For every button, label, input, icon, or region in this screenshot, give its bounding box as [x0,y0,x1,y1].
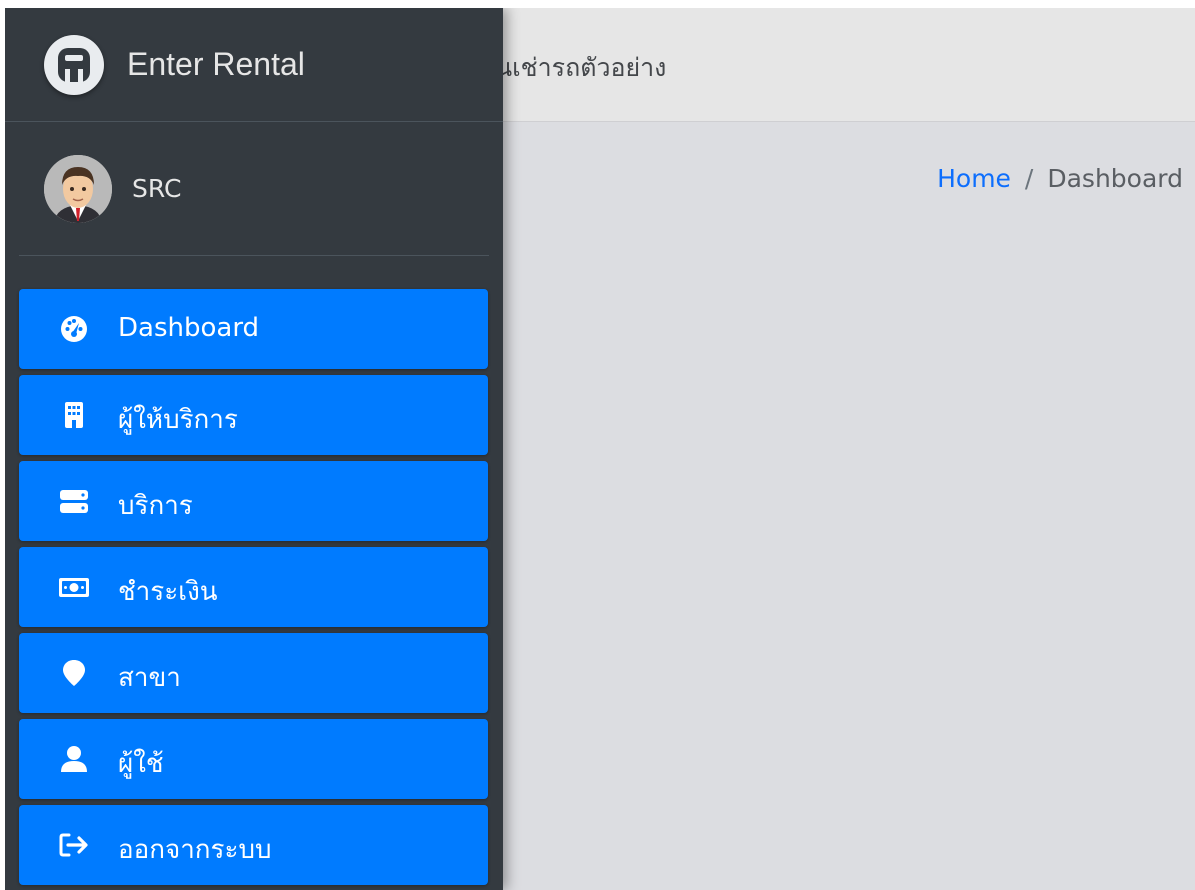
breadcrumb-current: Dashboard [1047,164,1183,193]
breadcrumb-separator: / [1024,164,1034,193]
user-icon [59,745,89,773]
sidebar-item-label: ชำระเงิน [118,577,218,607]
building-icon [59,401,89,429]
tachometer-icon [59,315,89,343]
brand-link[interactable]: Enter Rental [5,8,503,122]
brand-name: Enter Rental [127,46,305,82]
breadcrumb-home-link[interactable]: Home [937,164,1011,193]
sidebar-item-branches[interactable]: สาขา [19,633,488,713]
server-icon [59,487,89,515]
sidebar-item-providers[interactable]: ผู้ให้บริการ [19,375,488,455]
page-heading: นเช่ารถตัวอย่าง [495,53,667,82]
breadcrumb: Home / Dashboard [937,164,1183,193]
user-panel[interactable]: SRC [19,122,489,256]
sidebar-item-users[interactable]: ผู้ใช้ [19,719,488,799]
sidebar-item-logout[interactable]: ออกจากระบบ [19,805,488,885]
sign-out-icon [59,831,89,859]
brand-logo-icon [44,35,104,95]
sidebar-item-label: สาขา [118,663,181,693]
user-avatar [44,155,112,223]
sidebar-item-label: ออกจากระบบ [118,835,272,865]
money-bill-icon [59,573,89,601]
sidebar: Enter Rental SRC Dashboard ผู้ให้บริการ … [5,8,503,890]
sidebar-item-label: บริการ [118,491,193,521]
user-name: SRC [132,174,182,203]
sidebar-nav: Dashboard ผู้ให้บริการ บริการ ชำระเงิน ส… [19,289,488,890]
sidebar-item-label: ผู้ให้บริการ [118,405,238,435]
app-window: นเช่ารถตัวอย่าง Home / Dashboard Enter Ren… [5,8,1195,890]
sidebar-item-services[interactable]: บริการ [19,461,488,541]
map-marker-icon [59,659,89,687]
sidebar-item-payments[interactable]: ชำระเงิน [19,547,488,627]
sidebar-item-label: ผู้ใช้ [118,749,164,779]
sidebar-item-label: Dashboard [118,313,260,343]
sidebar-item-dashboard[interactable]: Dashboard [19,289,488,369]
